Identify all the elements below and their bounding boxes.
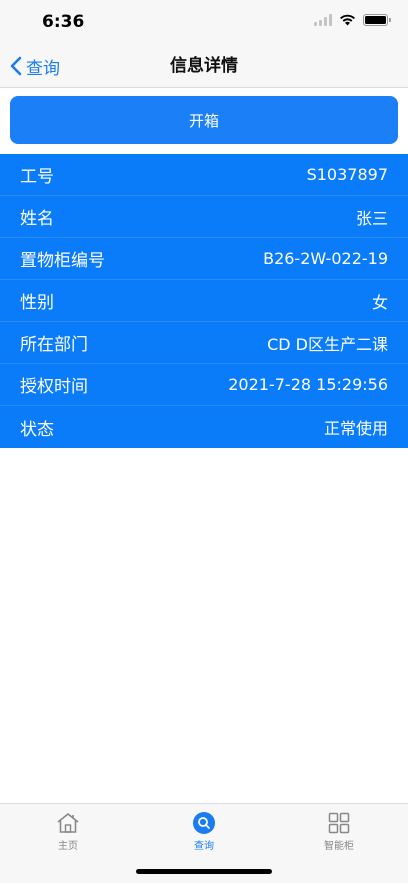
- tab-label: 查询: [194, 841, 214, 852]
- info-value: B26-2W-022-19: [263, 249, 388, 268]
- cellular-signal-icon: [314, 14, 332, 26]
- info-row-employee-id: 工号 S1037897: [0, 154, 408, 196]
- info-row-department: 所在部门 CD D区生产二课: [0, 322, 408, 364]
- info-value: 女: [371, 292, 388, 312]
- status-bar: 6:36: [0, 0, 408, 44]
- info-label: 置物柜编号: [20, 251, 105, 271]
- info-row-status: 状态 正常使用: [0, 406, 408, 448]
- tab-smart-cabinet[interactable]: 智能柜: [299, 812, 379, 852]
- info-value: CD D区生产二课: [267, 334, 388, 354]
- info-label: 性别: [20, 293, 54, 313]
- info-row-authorization-time: 授权时间 2021-7-28 15:29:56: [0, 364, 408, 406]
- navigation-bar: 查询 信息详情: [0, 44, 408, 88]
- info-row-gender: 性别 女: [0, 280, 408, 322]
- battery-icon: [363, 14, 391, 26]
- info-value: 张三: [355, 208, 388, 228]
- wifi-icon: [339, 14, 356, 26]
- tab-label: 主页: [58, 841, 78, 852]
- info-list: 工号 S1037897 姓名 张三 置物柜编号 B26-2W-022-19 性别…: [0, 154, 408, 448]
- status-icons: [314, 14, 391, 26]
- info-value: 2021-7-28 15:29:56: [228, 375, 388, 394]
- page-title: 信息详情: [170, 56, 238, 76]
- info-label: 工号: [20, 167, 54, 187]
- info-value: S1037897: [306, 165, 388, 184]
- tab-label: 智能柜: [324, 841, 354, 852]
- tab-home[interactable]: 主页: [28, 812, 108, 852]
- search-icon: [193, 812, 215, 834]
- open-box-button[interactable]: 开箱: [10, 96, 398, 144]
- grid-icon: [328, 812, 350, 834]
- info-label: 状态: [20, 419, 54, 440]
- home-icon: [57, 813, 79, 833]
- info-label: 授权时间: [20, 377, 88, 397]
- status-time: 6:36: [42, 12, 85, 32]
- info-value: 正常使用: [323, 419, 388, 438]
- info-label: 姓名: [20, 209, 54, 229]
- home-indicator: [136, 869, 272, 874]
- info-row-locker-number: 置物柜编号 B26-2W-022-19: [0, 238, 408, 280]
- info-row-name: 姓名 张三: [0, 196, 408, 238]
- info-label: 所在部门: [20, 335, 88, 355]
- tab-query[interactable]: 查询: [164, 812, 244, 852]
